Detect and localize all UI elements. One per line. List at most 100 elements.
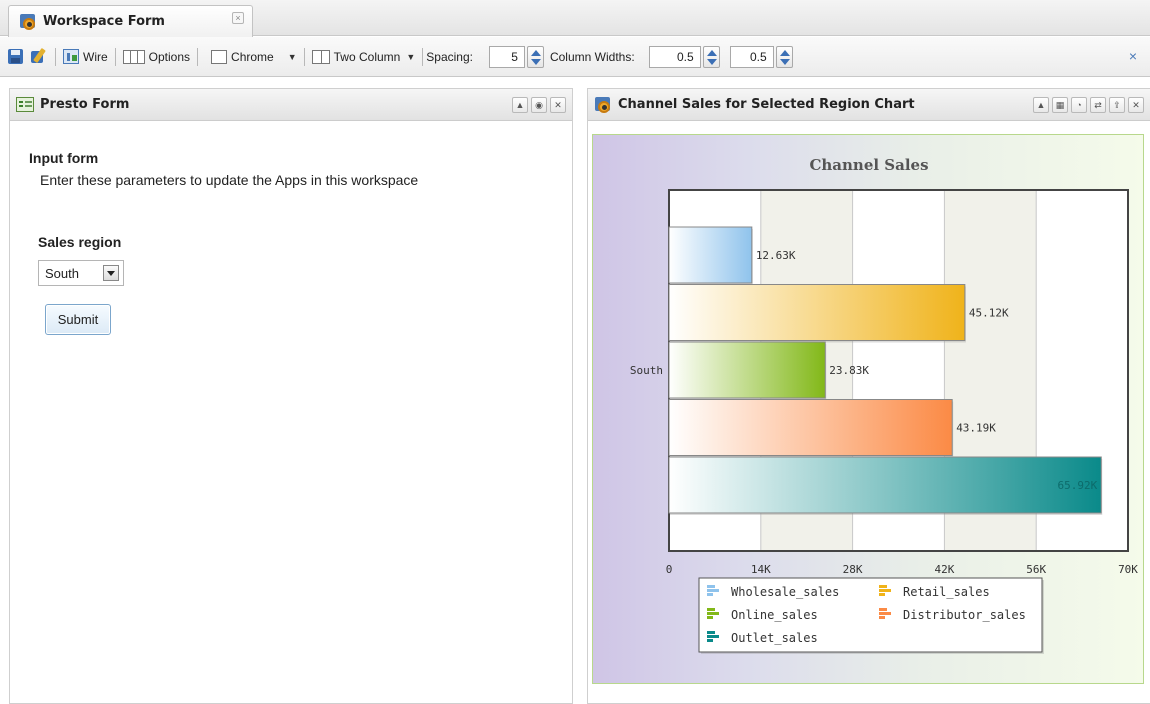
export-icon[interactable]: ⇪ (1109, 97, 1125, 113)
tab-bar: Workspace Form × (0, 0, 1150, 37)
legend-swatch (707, 635, 719, 638)
bar-label: 65.92K (1057, 479, 1097, 492)
column2-width-input[interactable]: 0.5 (729, 45, 774, 68)
workspace-icon (19, 13, 37, 31)
legend-swatch (879, 589, 891, 592)
tab-workspace-form[interactable]: Workspace Form × (8, 5, 253, 37)
toolbar-divider (303, 47, 305, 66)
collapse-icon[interactable]: ▲ (512, 97, 528, 113)
x-tick-label: 56K (1026, 563, 1046, 576)
form-icon (16, 97, 34, 112)
chart-title: Channel Sales (809, 156, 928, 174)
bar-retail-sales (668, 284, 966, 341)
legend-swatch (879, 612, 891, 615)
collapse-icon[interactable]: ▲ (1033, 97, 1049, 113)
bar-label: 45.12K (969, 307, 1009, 320)
close-icon[interactable]: × (1126, 49, 1140, 63)
x-tick-label: 42K (934, 563, 954, 576)
legend-swatch (707, 616, 713, 619)
bar-label: 12.63K (756, 249, 796, 262)
form-heading: Input form (29, 150, 99, 166)
chevron-down-icon[interactable] (103, 265, 119, 281)
layout-label: Two Column (333, 49, 401, 64)
tab-close-icon[interactable]: × (232, 12, 244, 24)
chevron-down-icon: ▼ (287, 51, 297, 62)
legend-swatch (879, 585, 887, 588)
chevron-down-icon: ▼ (406, 51, 416, 62)
panel-controls: ▲ ◉ ✕ (512, 97, 566, 113)
legend-swatch (707, 631, 715, 634)
wire-icon (63, 49, 79, 64)
column1-width-stepper[interactable] (702, 45, 720, 68)
bar-label: 43.19K (956, 422, 996, 435)
spacing-label: Spacing: (426, 49, 473, 64)
options-button[interactable]: Options (122, 49, 191, 64)
panel-title: Channel Sales for Selected Region Chart (618, 97, 915, 112)
panel-header: Presto Form ▲ ◉ ✕ (10, 89, 572, 121)
panel-header: Channel Sales for Selected Region Chart … (588, 89, 1150, 121)
legend-swatch (707, 608, 715, 611)
close-icon[interactable]: ✕ (1128, 97, 1144, 113)
refresh-icon[interactable]: ⇄ (1090, 97, 1106, 113)
toolbar: Wire Options Chrome ▼ Two Column ▼ Spaci… (0, 37, 1150, 77)
toolbar-divider (55, 47, 56, 66)
chart-view-icon[interactable]: ◔ (1071, 97, 1087, 113)
two-column-icon (311, 49, 330, 64)
table-view-icon[interactable]: ▦ (1052, 97, 1068, 113)
chrome-label: Chrome (231, 49, 274, 64)
save-icon[interactable] (8, 49, 23, 64)
sales-region-select[interactable]: South (38, 260, 124, 286)
app-icon (594, 96, 612, 114)
spacing-stepper[interactable] (526, 45, 544, 68)
column2-width-stepper[interactable] (775, 45, 793, 68)
options-label: Options (148, 49, 191, 64)
legend-swatch (879, 616, 885, 619)
bar-label: 23.83K (829, 364, 869, 377)
x-tick-label: 70K (1118, 563, 1138, 576)
tab-title: Workspace Form (43, 14, 165, 29)
toolbar-divider (114, 47, 116, 66)
legend-swatch (707, 593, 713, 596)
presto-form-panel: Presto Form ▲ ◉ ✕ Input form Enter these… (9, 88, 573, 704)
chart-area: Channel Sales 12.63K 45.12K 23.83K 43.19K 65.… (592, 134, 1144, 684)
wire-button[interactable]: Wire (63, 49, 108, 64)
legend-label: Outlet_sales (731, 631, 818, 645)
settings-icon[interactable]: ◉ (531, 97, 547, 113)
x-tick-label: 28K (843, 563, 863, 576)
legend-label: Distributor_sales (903, 608, 1026, 622)
legend-swatch (707, 589, 719, 592)
sales-region-value: South (45, 265, 79, 281)
layout-dropdown[interactable]: Two Column ▼ (311, 49, 416, 64)
column-widths-label: Column Widths: (549, 49, 635, 64)
x-tick-label: 0 (666, 563, 673, 576)
spacing-input[interactable]: 5 (488, 45, 525, 68)
save-as-icon[interactable] (31, 47, 48, 65)
bar-online-sales (668, 341, 826, 399)
legend-swatch (707, 585, 715, 588)
submit-button[interactable]: Submit (45, 304, 111, 335)
legend-label: Retail_sales (903, 585, 990, 599)
close-icon[interactable]: ✕ (550, 97, 566, 113)
legend-swatch (707, 639, 713, 642)
legend-label: Wholesale_sales (731, 585, 839, 599)
bar-distributor-sales (668, 399, 953, 456)
bar-chart: Channel Sales 12.63K 45.12K 23.83K 43.19K 65.… (630, 156, 1138, 654)
toolbar-divider (422, 47, 424, 66)
y-tick-label: South (630, 364, 663, 377)
chrome-dropdown[interactable]: Chrome ▼ (211, 49, 297, 64)
form-description: Enter these parameters to update the App… (40, 172, 419, 188)
column1-width-input[interactable]: 0.5 (648, 45, 701, 68)
legend-swatch (879, 608, 887, 611)
bar-wholesale-sales (668, 226, 753, 284)
panel-title: Presto Form (40, 97, 130, 112)
x-tick-label: 14K (751, 563, 771, 576)
chart-panel: Channel Sales for Selected Region Chart … (587, 88, 1150, 704)
wire-label: Wire (83, 49, 108, 64)
options-icon (122, 49, 145, 64)
sales-region-label: Sales region (38, 234, 122, 250)
legend-swatch (707, 612, 719, 615)
chrome-icon (211, 49, 228, 64)
panel-controls: ▲ ▦ ◔ ⇄ ⇪ ✕ (1033, 97, 1144, 113)
bar-outlet-sales (668, 456, 1102, 514)
toolbar-divider (197, 47, 199, 66)
